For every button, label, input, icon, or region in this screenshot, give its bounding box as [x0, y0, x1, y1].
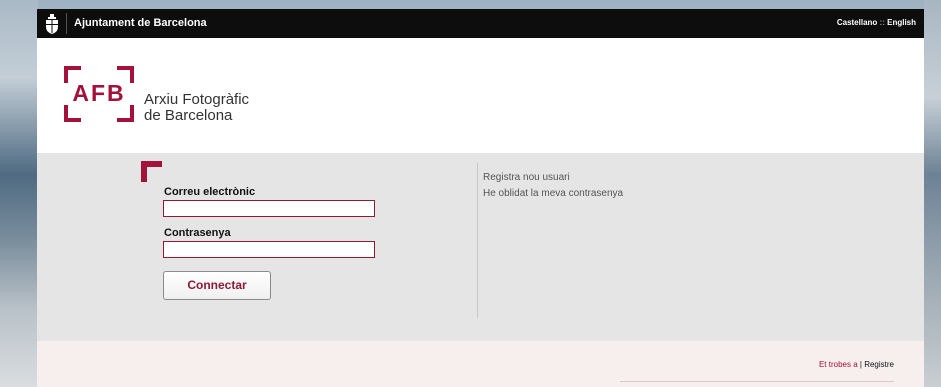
- logo-corner-bottom-right: [117, 105, 134, 122]
- email-label: Correu electrònic: [164, 186, 256, 198]
- corner-accent-icon: [141, 161, 162, 182]
- lang-divider: ::: [879, 18, 885, 27]
- org-name-line1: Arxiu Fotogràfic: [144, 91, 250, 108]
- breadcrumb-divider: |: [859, 360, 862, 369]
- afb-logo[interactable]: AFB: [64, 66, 134, 122]
- background-photo-right: [924, 0, 941, 387]
- org-name: Arxiu Fotogràfic de Barcelona: [144, 92, 249, 124]
- lang-english-link[interactable]: English: [887, 18, 916, 27]
- logo-corner-bottom-left: [64, 105, 81, 122]
- language-switcher: Castellano :: English: [837, 9, 916, 36]
- barcelona-crest-icon[interactable]: [37, 9, 66, 38]
- logo-text: AFB: [72, 80, 126, 106]
- site-header: AFB Arxiu Fotogràfic de Barcelona: [37, 38, 924, 153]
- email-field[interactable]: [163, 200, 375, 217]
- password-label: Contrasenya: [164, 227, 231, 239]
- footer: Et trobes a | Registre: [37, 341, 924, 387]
- login-panel: Correu electrònic Contrasenya Connectar …: [37, 153, 924, 341]
- lang-castellano-link[interactable]: Castellano: [837, 18, 877, 27]
- org-name-line2: de Barcelona: [144, 107, 233, 124]
- connect-button[interactable]: Connectar: [163, 271, 271, 300]
- top-bar-divider: [66, 13, 67, 34]
- breadcrumb-current[interactable]: Registre: [864, 360, 894, 369]
- breadcrumb-label: Et trobes a: [818, 360, 858, 369]
- panel-divider: [477, 163, 478, 318]
- top-bar: Ajuntament de Barcelona Castellano :: En…: [37, 9, 924, 38]
- register-link[interactable]: Registra nou usuari: [483, 172, 570, 183]
- password-field[interactable]: [163, 241, 375, 258]
- city-council-link[interactable]: Ajuntament de Barcelona: [74, 9, 207, 38]
- footer-rule: [620, 381, 894, 382]
- breadcrumb: Et trobes a | Registre: [819, 360, 894, 369]
- forgot-password-link[interactable]: He oblidat la meva contrasenya: [483, 188, 623, 199]
- background-photo-left: [0, 0, 38, 387]
